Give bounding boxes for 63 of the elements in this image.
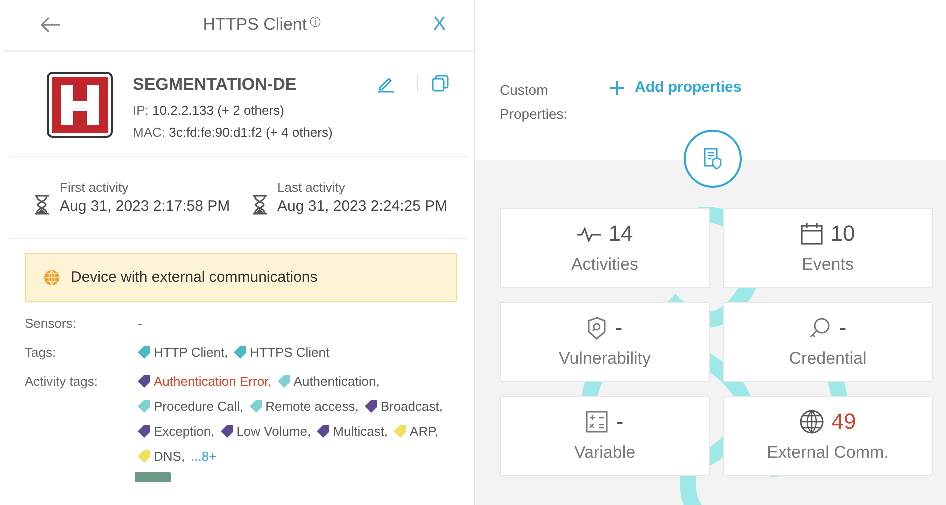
ip-value: 10.2.2.133 (+ 2 others) bbox=[152, 103, 284, 118]
calendar-icon bbox=[800, 223, 823, 245]
panel-title: HTTPS Client bbox=[203, 15, 308, 35]
stat-label: External Comm. bbox=[767, 443, 889, 463]
activity-tags-label: Activity tags: bbox=[25, 374, 99, 391]
back-icon[interactable] bbox=[41, 17, 61, 33]
stat-card[interactable]: - Variable bbox=[500, 396, 710, 476]
globe-icon bbox=[800, 410, 824, 434]
tag-label: Remote access, bbox=[266, 399, 359, 414]
document-shield-icon bbox=[703, 148, 723, 170]
tag-label: Low Volume, bbox=[236, 424, 312, 439]
edit-icon[interactable] bbox=[377, 75, 395, 93]
hourglass-icon bbox=[252, 195, 268, 215]
tag-label: Exception, bbox=[154, 424, 215, 439]
device-logo bbox=[47, 72, 113, 138]
stat-label: Credential bbox=[789, 349, 867, 369]
tag-label: DNS, bbox=[154, 449, 186, 464]
sensors-label: Sensors: bbox=[25, 316, 78, 331]
device-name: SEGMENTATION-DE bbox=[133, 75, 298, 95]
tag-label: HTTP Client, bbox=[154, 345, 228, 360]
stat-label: Vulnerability bbox=[559, 349, 651, 369]
stat-label: Activities bbox=[571, 255, 639, 275]
activity-time: Aug 31, 2023 2:24:25 PM bbox=[278, 198, 448, 215]
globe-icon bbox=[44, 270, 60, 286]
stat-card[interactable]: 14 Activities bbox=[500, 208, 710, 288]
sensors-value: - bbox=[138, 316, 142, 331]
magnifier-icon bbox=[809, 317, 832, 339]
mac-label: MAC: bbox=[133, 125, 166, 140]
tag-label: Multicast, bbox=[333, 424, 388, 439]
stat-label: Events bbox=[802, 255, 854, 275]
stat-value: - bbox=[616, 409, 624, 435]
stat-value: 10 bbox=[830, 221, 856, 247]
badge-fragment bbox=[135, 472, 171, 482]
tag-label: Authentication, bbox=[294, 374, 380, 389]
stat-card[interactable]: - Vulnerability bbox=[500, 302, 710, 382]
mac-value: 3c:fd:fe:90:d1:f2 (+ 4 others) bbox=[169, 125, 333, 140]
stat-card[interactable]: - Credential bbox=[723, 302, 933, 382]
activity-time: Aug 31, 2023 2:17:58 PM bbox=[60, 198, 230, 215]
stat-card[interactable]: 49 External Comm. bbox=[723, 396, 933, 476]
tag-label: Procedure Call, bbox=[154, 399, 244, 414]
tags-label: Tags: bbox=[25, 345, 58, 360]
tag-label: ARP, bbox=[410, 424, 439, 439]
alert-text: Device with external communications bbox=[71, 269, 318, 286]
tag-label: Authentication Error, bbox=[154, 374, 272, 389]
custom-properties-label: Custom Properties: bbox=[500, 81, 569, 124]
stat-card[interactable]: 10 Events bbox=[723, 208, 933, 288]
copy-icon[interactable] bbox=[432, 75, 449, 92]
stat-label: Variable bbox=[574, 443, 636, 463]
tag-label: Broadcast, bbox=[380, 399, 443, 414]
ip-label: IP: bbox=[133, 103, 149, 118]
stat-value: - bbox=[839, 315, 847, 341]
info-icon[interactable]: ⓘ bbox=[310, 15, 322, 30]
activity-label: Last activity bbox=[278, 180, 346, 195]
calculator-icon bbox=[586, 411, 608, 433]
plus-icon bbox=[610, 81, 624, 95]
activity-label: First activity bbox=[60, 180, 130, 195]
stat-value: - bbox=[615, 315, 623, 341]
pulse-icon bbox=[576, 226, 601, 242]
stat-value: 49 bbox=[832, 409, 856, 435]
hourglass-icon bbox=[34, 195, 50, 215]
stat-value: 14 bbox=[608, 221, 634, 247]
tag-label: HTTPS Client bbox=[250, 345, 330, 360]
shield-icon bbox=[587, 316, 608, 340]
